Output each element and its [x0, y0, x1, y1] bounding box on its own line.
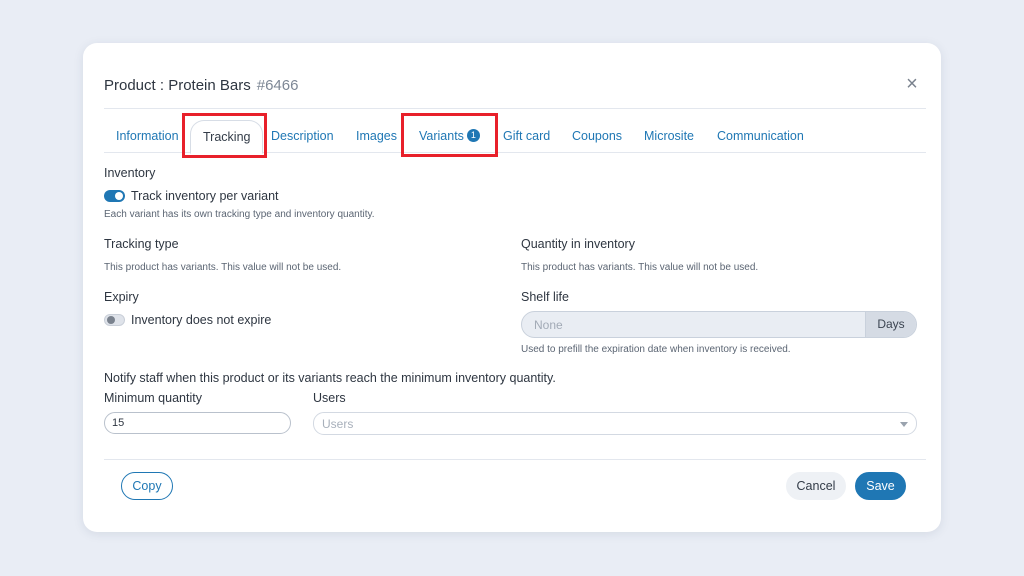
tab-images[interactable]: Images — [356, 120, 397, 153]
users-select[interactable]: Users — [313, 412, 917, 435]
close-icon[interactable]: × — [902, 74, 922, 94]
tab-information[interactable]: Information — [116, 120, 179, 153]
track-per-variant-label: Track inventory per variant — [131, 189, 279, 203]
tab-bar: Information Tracking Description Images … — [104, 110, 926, 154]
quantity-in-inventory-help: This product has variants. This value wi… — [521, 262, 759, 273]
users-placeholder: Users — [322, 417, 354, 431]
modal-title: Product : Protein Bars #6466 — [104, 77, 298, 94]
tracking-type-label: Tracking type — [104, 237, 179, 251]
save-button[interactable]: Save — [855, 472, 906, 500]
shelf-life-input[interactable] — [522, 312, 866, 337]
shelf-life-unit: Days — [865, 312, 916, 337]
tab-coupons[interactable]: Coupons — [572, 120, 622, 153]
product-id: #6466 — [256, 77, 299, 94]
tracking-type-help: This product has variants. This value wi… — [104, 262, 342, 273]
cancel-button[interactable]: Cancel — [786, 472, 846, 500]
tab-description[interactable]: Description — [271, 120, 334, 153]
notify-text: Notify staff when this product or its va… — [104, 371, 556, 385]
inventory-help: Each variant has its own tracking type a… — [104, 209, 375, 220]
tab-microsite[interactable]: Microsite — [644, 120, 694, 153]
modal-header: Product : Protein Bars #6466 × — [104, 43, 926, 109]
minimum-quantity-label: Minimum quantity — [104, 391, 202, 405]
shelf-life-field: Days — [521, 311, 917, 338]
toggle-knob — [107, 316, 115, 324]
chevron-down-icon — [900, 422, 908, 427]
variants-count-badge: 1 — [466, 129, 480, 143]
copy-button[interactable]: Copy — [121, 472, 173, 500]
expiry-toggle[interactable] — [104, 314, 125, 326]
minimum-quantity-input[interactable] — [104, 412, 291, 434]
tab-tracking[interactable]: Tracking — [190, 120, 264, 154]
tab-variants-label: Variants — [419, 129, 464, 143]
tab-gift-card[interactable]: Gift card — [503, 120, 550, 153]
shelf-life-help: Used to prefill the expiration date when… — [521, 344, 791, 355]
quantity-in-inventory-label: Quantity in inventory — [521, 237, 635, 251]
tab-variants[interactable]: Variants 1 — [419, 120, 480, 153]
expiry-toggle-label: Inventory does not expire — [131, 313, 272, 327]
product-name: Product : Protein Bars — [104, 77, 251, 94]
product-modal: Product : Protein Bars #6466 × Informatio… — [83, 43, 941, 532]
tab-communication[interactable]: Communication — [717, 120, 804, 153]
inventory-heading: Inventory — [104, 166, 156, 180]
track-per-variant-toggle[interactable] — [104, 190, 125, 202]
users-label: Users — [313, 391, 346, 405]
footer-divider — [104, 459, 926, 460]
toggle-knob — [115, 192, 123, 200]
shelf-life-label: Shelf life — [521, 290, 569, 304]
expiry-label: Expiry — [104, 290, 139, 304]
